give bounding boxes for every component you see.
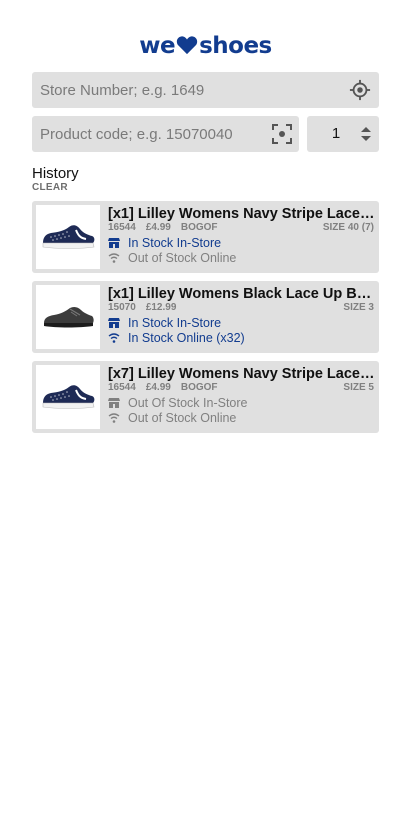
product-meta: 16544 £4.99 BOGOF <box>108 382 228 393</box>
product-code: 16544 <box>108 382 136 393</box>
quantity-value: 1 <box>331 125 341 142</box>
product-meta: 15070 £12.99 <box>108 302 196 313</box>
store-stock-label: In Stock In-Store <box>128 316 222 330</box>
brand-logo-shoes: shoes <box>199 33 272 59</box>
online-stock-label: In Stock Online (x32) <box>128 331 245 345</box>
store-stock-status: In Stock In-Store <box>108 316 221 330</box>
history-heading: History <box>32 165 79 182</box>
spinner-arrows-icon[interactable] <box>359 126 373 142</box>
wifi-icon <box>108 413 120 423</box>
product-size: SIZE 3 <box>343 302 374 313</box>
brand-logo: we shoes <box>0 33 411 59</box>
history-item[interactable]: [x7] Lilley Womens Navy Stripe Lace Up T… <box>32 361 379 433</box>
product-code-input[interactable] <box>32 116 299 152</box>
online-stock-status: Out of Stock Online <box>108 411 236 425</box>
product-price: £4.99 <box>145 382 171 393</box>
store-stock-status: In Stock In-Store <box>108 236 221 250</box>
product-offer: BOGOF <box>180 382 218 393</box>
clear-history-button[interactable]: CLEAR <box>32 182 68 193</box>
brand-logo-we: we <box>139 33 176 59</box>
product-code-field <box>32 116 299 152</box>
store-number-field <box>32 72 379 108</box>
navy-trainer-icon <box>42 225 95 249</box>
black-shoe-icon <box>44 306 94 328</box>
history-item[interactable]: [x1] Lilley Womens Black Lace Up Brogue … <box>32 281 379 353</box>
product-thumbnail <box>36 205 100 269</box>
product-offer: BOGOF <box>180 222 218 233</box>
product-code: 15070 <box>108 302 136 313</box>
quantity-stepper[interactable]: 1 <box>307 116 379 152</box>
navy-trainer-icon <box>42 385 95 409</box>
heart-icon <box>176 36 198 55</box>
scan-icon[interactable] <box>272 124 292 144</box>
store-icon <box>108 238 120 248</box>
product-price: £12.99 <box>145 302 177 313</box>
product-title: [x1] Lilley Womens Navy Stripe Lace Up T… <box>108 206 375 222</box>
history-item[interactable]: [x1] Lilley Womens Navy Stripe Lace Up T… <box>32 201 379 273</box>
wifi-icon <box>108 333 120 343</box>
online-stock-status: Out of Stock Online <box>108 251 236 265</box>
store-stock-status: Out Of Stock In-Store <box>108 396 248 410</box>
wifi-icon <box>108 253 120 263</box>
product-thumbnail <box>36 365 100 429</box>
product-size: SIZE 5 <box>343 382 374 393</box>
online-stock-label: Out of Stock Online <box>128 251 237 265</box>
product-thumbnail <box>36 285 100 349</box>
store-icon <box>108 398 120 408</box>
product-code: 16544 <box>108 222 136 233</box>
product-title: [x1] Lilley Womens Black Lace Up Brogue <box>108 286 375 302</box>
store-stock-label: Out Of Stock In-Store <box>128 396 248 410</box>
online-stock-status: In Stock Online (x32) <box>108 331 245 345</box>
store-stock-label: In Stock In-Store <box>128 236 222 250</box>
product-price: £4.99 <box>145 222 171 233</box>
product-meta: 16544 £4.99 BOGOF <box>108 222 228 233</box>
online-stock-label: Out of Stock Online <box>128 411 237 425</box>
product-title: [x7] Lilley Womens Navy Stripe Lace Up T… <box>108 366 375 382</box>
store-icon <box>108 318 120 328</box>
store-number-input[interactable] <box>32 72 379 108</box>
locate-icon[interactable] <box>349 79 371 101</box>
product-size: SIZE 40 (7) <box>322 222 374 233</box>
